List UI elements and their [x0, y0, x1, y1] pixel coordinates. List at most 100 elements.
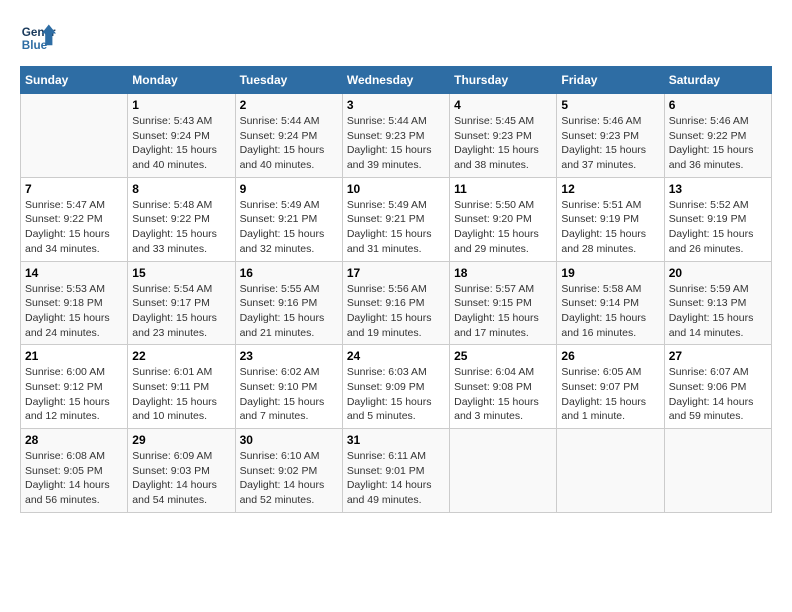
- day-number: 3: [347, 98, 445, 112]
- week-row-3: 21 Sunrise: 6:00 AM Sunset: 9:12 PM Dayli…: [21, 345, 772, 429]
- calendar-cell: 15 Sunrise: 5:54 AM Sunset: 9:17 PM Dayli…: [128, 261, 235, 345]
- weekday-header-saturday: Saturday: [664, 67, 771, 94]
- day-number: 11: [454, 182, 552, 196]
- calendar-table: SundayMondayTuesdayWednesdayThursdayFrid…: [20, 66, 772, 513]
- weekday-header-sunday: Sunday: [21, 67, 128, 94]
- day-detail: Sunrise: 5:43 AM Sunset: 9:24 PM Dayligh…: [132, 114, 230, 173]
- day-number: 15: [132, 266, 230, 280]
- day-number: 5: [561, 98, 659, 112]
- calendar-cell: 23 Sunrise: 6:02 AM Sunset: 9:10 PM Dayli…: [235, 345, 342, 429]
- logo: General Blue: [20, 20, 56, 56]
- day-detail: Sunrise: 5:50 AM Sunset: 9:20 PM Dayligh…: [454, 198, 552, 257]
- day-detail: Sunrise: 5:49 AM Sunset: 9:21 PM Dayligh…: [240, 198, 338, 257]
- day-detail: Sunrise: 5:49 AM Sunset: 9:21 PM Dayligh…: [347, 198, 445, 257]
- day-detail: Sunrise: 6:02 AM Sunset: 9:10 PM Dayligh…: [240, 365, 338, 424]
- day-detail: Sunrise: 5:53 AM Sunset: 9:18 PM Dayligh…: [25, 282, 123, 341]
- day-number: 16: [240, 266, 338, 280]
- day-number: 7: [25, 182, 123, 196]
- day-detail: Sunrise: 6:00 AM Sunset: 9:12 PM Dayligh…: [25, 365, 123, 424]
- day-detail: Sunrise: 5:54 AM Sunset: 9:17 PM Dayligh…: [132, 282, 230, 341]
- calendar-cell: 19 Sunrise: 5:58 AM Sunset: 9:14 PM Dayli…: [557, 261, 664, 345]
- logo-icon: General Blue: [20, 20, 56, 56]
- day-number: 23: [240, 349, 338, 363]
- calendar-cell: 29Sunrise: 6:09 AM Sunset: 9:03 PM Dayli…: [128, 429, 235, 513]
- day-detail: Sunrise: 6:11 AM Sunset: 9:01 PM Dayligh…: [347, 449, 445, 508]
- calendar-cell: 14 Sunrise: 5:53 AM Sunset: 9:18 PM Dayli…: [21, 261, 128, 345]
- calendar-cell: 12Sunrise: 5:51 AM Sunset: 9:19 PM Dayli…: [557, 177, 664, 261]
- day-number: 25: [454, 349, 552, 363]
- calendar-cell: 3 Sunrise: 5:44 AM Sunset: 9:23 PM Daylig…: [342, 94, 449, 178]
- day-number: 24: [347, 349, 445, 363]
- calendar-cell: 26Sunrise: 6:05 AM Sunset: 9:07 PM Dayli…: [557, 345, 664, 429]
- day-number: 29: [132, 433, 230, 447]
- calendar-cell: 8Sunrise: 5:48 AM Sunset: 9:22 PM Daylig…: [128, 177, 235, 261]
- day-detail: Sunrise: 5:45 AM Sunset: 9:23 PM Dayligh…: [454, 114, 552, 173]
- calendar-cell: 7Sunrise: 5:47 AM Sunset: 9:22 PM Daylig…: [21, 177, 128, 261]
- weekday-header-monday: Monday: [128, 67, 235, 94]
- day-number: 31: [347, 433, 445, 447]
- calendar-cell: 27 Sunrise: 6:07 AM Sunset: 9:06 PM Dayli…: [664, 345, 771, 429]
- week-row-1: 7Sunrise: 5:47 AM Sunset: 9:22 PM Daylig…: [21, 177, 772, 261]
- day-detail: Sunrise: 6:05 AM Sunset: 9:07 PM Dayligh…: [561, 365, 659, 424]
- day-number: 28: [25, 433, 123, 447]
- weekday-header-tuesday: Tuesday: [235, 67, 342, 94]
- calendar-cell: 1Sunrise: 5:43 AM Sunset: 9:24 PM Daylig…: [128, 94, 235, 178]
- day-number: 20: [669, 266, 767, 280]
- calendar-cell: 20 Sunrise: 5:59 AM Sunset: 9:13 PM Dayli…: [664, 261, 771, 345]
- calendar-cell: 22 Sunrise: 6:01 AM Sunset: 9:11 PM Dayli…: [128, 345, 235, 429]
- calendar-cell: [664, 429, 771, 513]
- calendar-cell: [21, 94, 128, 178]
- weekday-header-wednesday: Wednesday: [342, 67, 449, 94]
- calendar-cell: 10 Sunrise: 5:49 AM Sunset: 9:21 PM Dayli…: [342, 177, 449, 261]
- calendar-cell: 13Sunrise: 5:52 AM Sunset: 9:19 PM Dayli…: [664, 177, 771, 261]
- day-number: 27: [669, 349, 767, 363]
- day-detail: Sunrise: 6:08 AM Sunset: 9:05 PM Dayligh…: [25, 449, 123, 508]
- day-detail: Sunrise: 5:59 AM Sunset: 9:13 PM Dayligh…: [669, 282, 767, 341]
- day-number: 14: [25, 266, 123, 280]
- day-detail: Sunrise: 5:44 AM Sunset: 9:23 PM Dayligh…: [347, 114, 445, 173]
- day-detail: Sunrise: 6:04 AM Sunset: 9:08 PM Dayligh…: [454, 365, 552, 424]
- day-number: 21: [25, 349, 123, 363]
- calendar-cell: 18Sunrise: 5:57 AM Sunset: 9:15 PM Dayli…: [450, 261, 557, 345]
- calendar-cell: 21 Sunrise: 6:00 AM Sunset: 9:12 PM Dayli…: [21, 345, 128, 429]
- weekday-header-row: SundayMondayTuesdayWednesdayThursdayFrid…: [21, 67, 772, 94]
- weekday-header-thursday: Thursday: [450, 67, 557, 94]
- calendar-cell: 2 Sunrise: 5:44 AM Sunset: 9:24 PM Daylig…: [235, 94, 342, 178]
- header: General Blue: [20, 20, 772, 56]
- day-number: 6: [669, 98, 767, 112]
- day-number: 12: [561, 182, 659, 196]
- day-number: 18: [454, 266, 552, 280]
- calendar-cell: 11 Sunrise: 5:50 AM Sunset: 9:20 PM Dayli…: [450, 177, 557, 261]
- calendar-cell: [450, 429, 557, 513]
- week-row-2: 14 Sunrise: 5:53 AM Sunset: 9:18 PM Dayli…: [21, 261, 772, 345]
- week-row-4: 28 Sunrise: 6:08 AM Sunset: 9:05 PM Dayli…: [21, 429, 772, 513]
- week-row-0: 1Sunrise: 5:43 AM Sunset: 9:24 PM Daylig…: [21, 94, 772, 178]
- day-detail: Sunrise: 6:10 AM Sunset: 9:02 PM Dayligh…: [240, 449, 338, 508]
- day-detail: Sunrise: 5:48 AM Sunset: 9:22 PM Dayligh…: [132, 198, 230, 257]
- weekday-header-friday: Friday: [557, 67, 664, 94]
- day-number: 19: [561, 266, 659, 280]
- day-number: 9: [240, 182, 338, 196]
- day-detail: Sunrise: 5:44 AM Sunset: 9:24 PM Dayligh…: [240, 114, 338, 173]
- calendar-cell: 5Sunrise: 5:46 AM Sunset: 9:23 PM Daylig…: [557, 94, 664, 178]
- day-detail: Sunrise: 6:07 AM Sunset: 9:06 PM Dayligh…: [669, 365, 767, 424]
- calendar-cell: 24Sunrise: 6:03 AM Sunset: 9:09 PM Dayli…: [342, 345, 449, 429]
- day-number: 2: [240, 98, 338, 112]
- day-detail: Sunrise: 5:58 AM Sunset: 9:14 PM Dayligh…: [561, 282, 659, 341]
- day-detail: Sunrise: 5:56 AM Sunset: 9:16 PM Dayligh…: [347, 282, 445, 341]
- svg-text:Blue: Blue: [22, 39, 48, 52]
- calendar-cell: 16Sunrise: 5:55 AM Sunset: 9:16 PM Dayli…: [235, 261, 342, 345]
- calendar-cell: 17 Sunrise: 5:56 AM Sunset: 9:16 PM Dayli…: [342, 261, 449, 345]
- day-number: 22: [132, 349, 230, 363]
- calendar-cell: 6 Sunrise: 5:46 AM Sunset: 9:22 PM Daylig…: [664, 94, 771, 178]
- day-number: 13: [669, 182, 767, 196]
- calendar-cell: 9 Sunrise: 5:49 AM Sunset: 9:21 PM Daylig…: [235, 177, 342, 261]
- day-number: 4: [454, 98, 552, 112]
- day-number: 10: [347, 182, 445, 196]
- day-detail: Sunrise: 6:01 AM Sunset: 9:11 PM Dayligh…: [132, 365, 230, 424]
- day-number: 17: [347, 266, 445, 280]
- day-detail: Sunrise: 5:46 AM Sunset: 9:22 PM Dayligh…: [669, 114, 767, 173]
- calendar-cell: 28 Sunrise: 6:08 AM Sunset: 9:05 PM Dayli…: [21, 429, 128, 513]
- calendar-cell: 30Sunrise: 6:10 AM Sunset: 9:02 PM Dayli…: [235, 429, 342, 513]
- calendar-cell: [557, 429, 664, 513]
